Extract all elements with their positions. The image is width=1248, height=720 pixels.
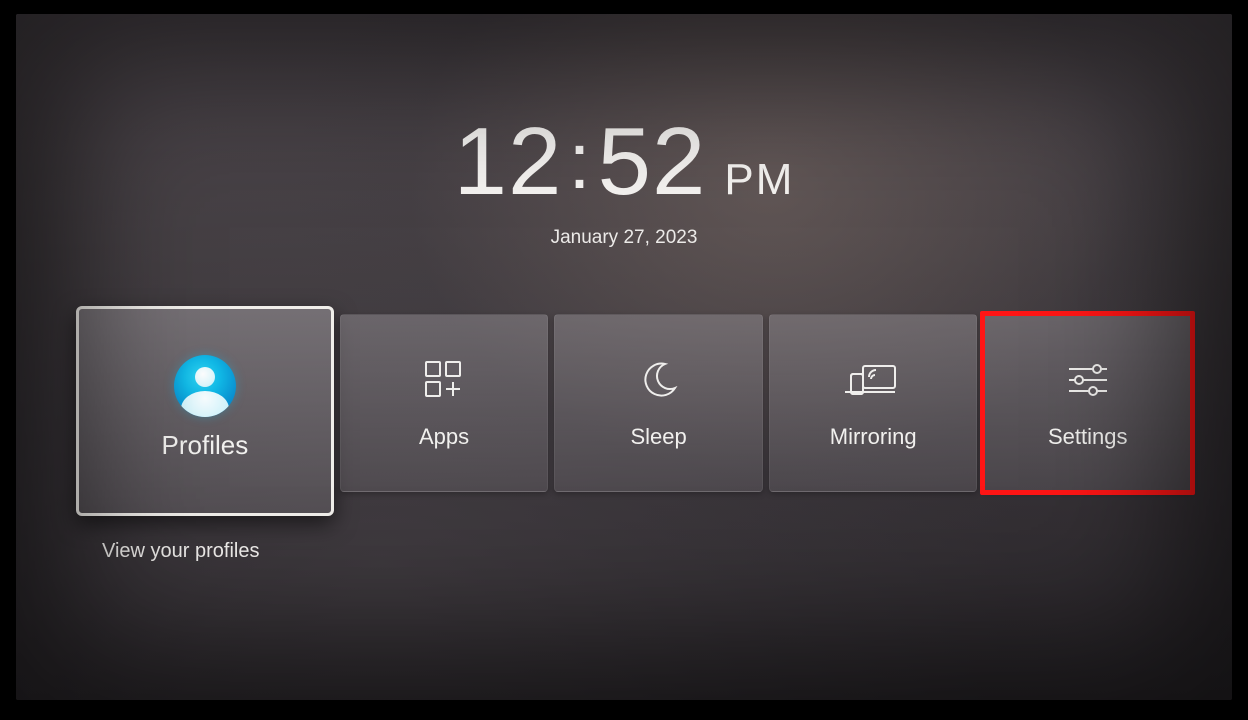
tile-mirroring-label: Mirroring	[830, 424, 917, 450]
sliders-icon	[1063, 356, 1113, 404]
profile-icon	[174, 362, 236, 410]
clock-colon: :	[562, 115, 597, 207]
moon-icon	[637, 356, 681, 404]
focused-tile-caption: View your profiles	[102, 540, 259, 563]
tile-settings[interactable]: Settings	[983, 314, 1192, 492]
tile-profiles-label: Profiles	[162, 430, 249, 461]
tile-apps[interactable]: Apps	[340, 314, 549, 492]
tv-bezel: 12:52 PM January 27, 2023 Profiles	[0, 0, 1248, 720]
tile-mirroring[interactable]: Mirroring	[769, 314, 978, 492]
clock-date: January 27, 2023	[16, 227, 1232, 249]
clock-area: 12:52 PM January 27, 2023	[16, 114, 1232, 249]
clock-time-line: 12:52 PM	[16, 114, 1232, 213]
apps-icon	[420, 356, 468, 404]
mirroring-icon	[845, 356, 901, 404]
tv-screen: 12:52 PM January 27, 2023 Profiles	[16, 14, 1232, 700]
tile-sleep-label: Sleep	[630, 424, 686, 450]
clock-hour: 12	[454, 114, 563, 210]
clock-ampm: PM	[724, 155, 794, 204]
clock-minute: 52	[598, 114, 707, 210]
tile-settings-label: Settings	[1048, 424, 1128, 450]
tile-profiles[interactable]: Profiles	[76, 306, 334, 516]
tile-apps-label: Apps	[419, 424, 469, 450]
tile-sleep[interactable]: Sleep	[554, 314, 763, 492]
quick-menu-row: Profiles Apps	[76, 314, 1192, 524]
